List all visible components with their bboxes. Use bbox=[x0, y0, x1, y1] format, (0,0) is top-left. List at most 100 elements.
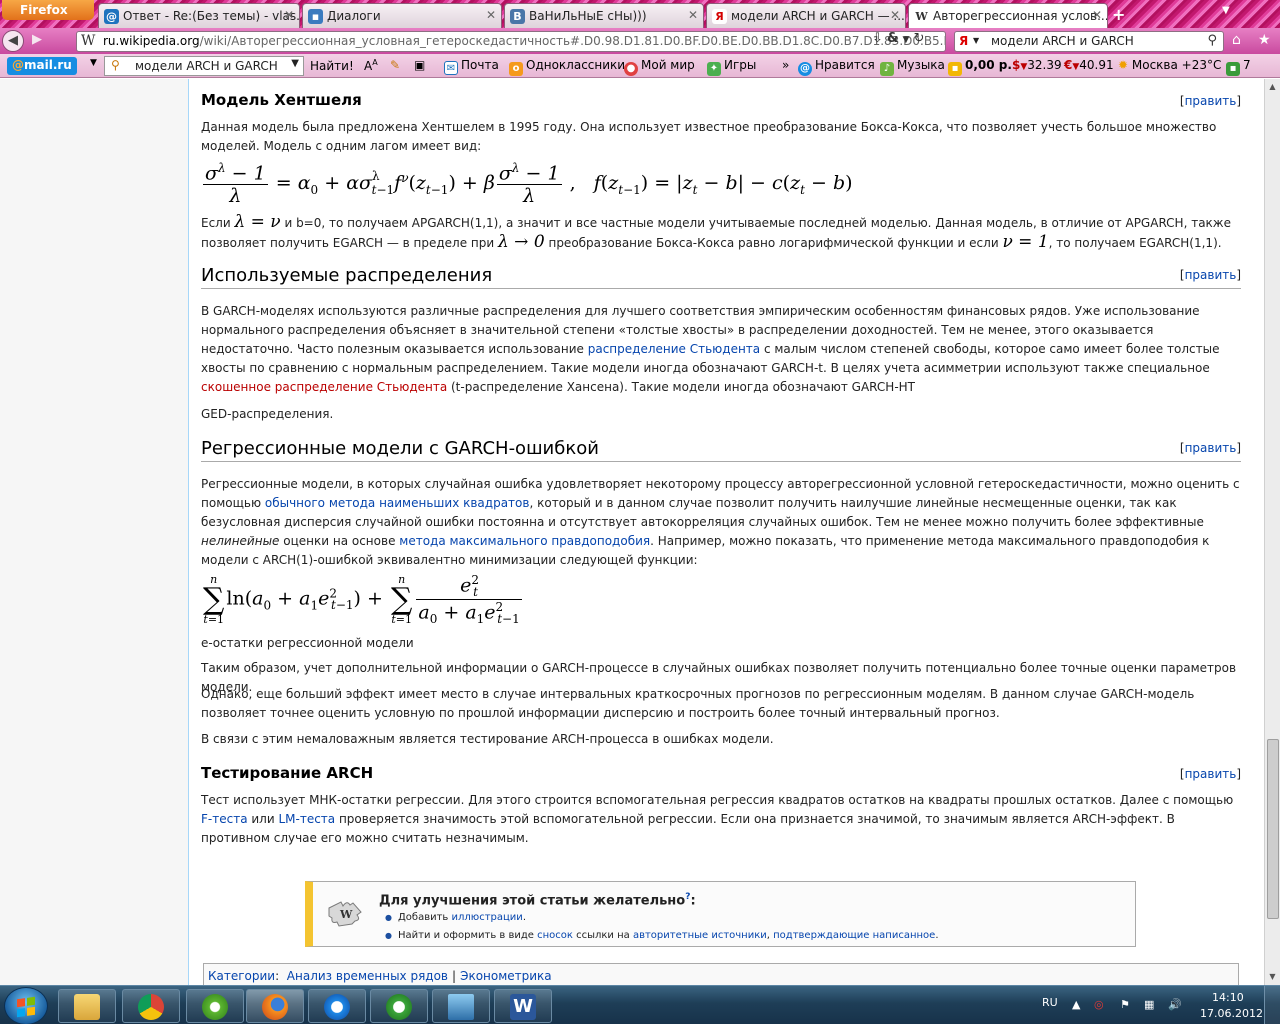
tab-list-icon[interactable]: ▼ bbox=[1222, 5, 1230, 16]
site-identity-icon[interactable]: W bbox=[81, 33, 95, 49]
toolbar-eur[interactable]: €▼40.91 bbox=[1064, 58, 1114, 72]
toolbar-odnoklassniki[interactable]: о Одноклассники bbox=[509, 58, 625, 76]
mailru-search-input[interactable]: ⚲ модели ARCH и GARCH ▼ bbox=[104, 56, 304, 76]
taskbar-chrome[interactable] bbox=[122, 989, 180, 1023]
word-icon: W bbox=[510, 994, 536, 1020]
chrome-icon bbox=[138, 994, 164, 1020]
toolbar-usd[interactable]: $▼32.39 bbox=[1012, 58, 1062, 72]
category-econometrics-link[interactable]: Эконометрика bbox=[460, 969, 552, 983]
show-desktop-button[interactable] bbox=[1264, 986, 1280, 1024]
taskbar-word[interactable]: W bbox=[494, 989, 552, 1023]
network-icon[interactable]: ▦ bbox=[1144, 998, 1154, 1011]
list-item: Добавить иллюстрации. bbox=[385, 912, 526, 923]
close-icon[interactable]: ✕ bbox=[688, 8, 698, 22]
tab-bar: Firefox @ Ответ - Re:(Без темы) - vlas..… bbox=[0, 0, 1280, 28]
toolbar-music[interactable]: ♪ Музыка bbox=[880, 58, 945, 76]
volume-icon[interactable]: 🔊 bbox=[1168, 998, 1182, 1011]
url-bar[interactable]: W ru.wikipedia.org/wiki/Авторегрессионна… bbox=[76, 31, 946, 52]
reliable-sources-link[interactable]: авторитетные источники bbox=[633, 930, 767, 941]
tab-label: Диалоги bbox=[327, 9, 381, 23]
toolbar-more[interactable]: » bbox=[782, 58, 789, 72]
lm-test-link[interactable]: LM-теста bbox=[278, 812, 335, 826]
tray-expand-icon[interactable]: ▲ bbox=[1072, 998, 1080, 1011]
tab-label: модели ARCH и GARCH — ... bbox=[731, 9, 905, 23]
mailru-dropdown-icon[interactable]: ▼ bbox=[90, 58, 97, 68]
footnotes-link[interactable]: сносок bbox=[537, 930, 573, 941]
paragraph: Тест использует МНК-остатки регрессии. Д… bbox=[201, 793, 1234, 845]
new-tab-button[interactable]: + bbox=[1112, 5, 1132, 25]
bookmarks-icon[interactable]: ★ bbox=[1258, 32, 1271, 48]
taskbar-firefox[interactable] bbox=[246, 989, 304, 1023]
improvement-notice: W Для улучшения этой статьи желательно?:… bbox=[305, 881, 1136, 947]
close-icon[interactable]: ✕ bbox=[1092, 8, 1102, 22]
close-icon[interactable]: ✕ bbox=[486, 8, 496, 22]
tab-vk[interactable]: В ВаНиЛьНыЕ сНы))) ✕ bbox=[504, 3, 704, 28]
toolbar-games[interactable]: ✦ Игры bbox=[707, 58, 756, 76]
category-time-series-link[interactable]: Анализ временных рядов bbox=[287, 969, 448, 983]
antivirus-icon[interactable]: ◎ bbox=[1094, 998, 1104, 1011]
tab-wikipedia[interactable]: W Авторегрессионная услов... ✕ bbox=[908, 3, 1108, 28]
start-button[interactable] bbox=[4, 987, 48, 1024]
highlight-icon[interactable]: ✎ bbox=[390, 58, 400, 72]
mailru-toolbar: @mail.ru ▼ ⚲ модели ARCH и GARCH ▼ Найти… bbox=[0, 54, 1280, 78]
ols-link[interactable]: обычного метода наименьших квадратов bbox=[265, 496, 530, 510]
toolbar-balance[interactable]: ▪ 0,00 р. bbox=[948, 58, 1012, 76]
dropdown-icon[interactable]: ▼ bbox=[903, 35, 910, 45]
verification-link[interactable]: подтверждающие написанное bbox=[773, 930, 935, 941]
action-center-icon[interactable]: ⚑ bbox=[1120, 998, 1130, 1011]
close-icon[interactable]: ✕ bbox=[284, 8, 294, 22]
edit-section-link[interactable]: [править] bbox=[1180, 94, 1241, 108]
font-size-icon[interactable]: AA bbox=[364, 58, 378, 73]
scroll-down-icon[interactable]: ▼ bbox=[1265, 969, 1280, 985]
toolbar-weather[interactable]: ✹ Москва +23°C bbox=[1118, 58, 1221, 72]
toolbar-like[interactable]: @ Нравится bbox=[798, 58, 875, 76]
toolbar-count[interactable]: ▪ 7 bbox=[1226, 58, 1251, 76]
tab-dialogs[interactable]: ▪ Диалоги ✕ bbox=[302, 3, 502, 28]
illustrations-link[interactable]: иллюстрации bbox=[452, 912, 523, 923]
feed-icon[interactable]: ⇩ bbox=[872, 31, 883, 46]
search-icon[interactable]: ⚲ bbox=[1207, 33, 1217, 48]
taskbar-mailru-agent[interactable] bbox=[370, 989, 428, 1023]
tab-yandex[interactable]: Я модели ARCH и GARCH — ... ✕ bbox=[706, 3, 906, 28]
search-dropdown-icon[interactable]: ▼ bbox=[973, 36, 979, 45]
scroll-up-icon[interactable]: ▲ bbox=[1265, 79, 1280, 95]
yandex-icon[interactable]: Я bbox=[959, 34, 968, 48]
language-indicator[interactable]: RU bbox=[1042, 996, 1058, 1009]
scroll-thumb[interactable] bbox=[1267, 739, 1279, 919]
back-button[interactable]: ◀ bbox=[2, 30, 24, 52]
sun-icon: ✹ bbox=[1118, 58, 1129, 72]
clock-date[interactable]: 17.06.2012 bbox=[1200, 1007, 1263, 1020]
mle-link[interactable]: метода максимального правдоподобия bbox=[399, 534, 650, 548]
section-heading: Используемые распределения [править] bbox=[201, 265, 1241, 289]
ampersand-icon[interactable]: & bbox=[887, 31, 898, 46]
reload-icon[interactable]: ↻ bbox=[914, 31, 925, 46]
taskbar-explorer[interactable] bbox=[58, 989, 116, 1023]
edit-section-link[interactable]: [править] bbox=[1180, 767, 1241, 781]
close-icon[interactable]: ✕ bbox=[890, 8, 900, 22]
mailru-logo[interactable]: @mail.ru bbox=[7, 57, 77, 75]
categories-link[interactable]: Категории bbox=[208, 969, 275, 983]
page-icon[interactable]: ▣ bbox=[414, 58, 425, 72]
taskbar-icq[interactable] bbox=[186, 989, 244, 1023]
skewed-student-link[interactable]: скошенное распределение Стьюдента bbox=[201, 380, 447, 394]
taskbar-ie[interactable] bbox=[308, 989, 366, 1023]
f-test-link[interactable]: F-теста bbox=[201, 812, 248, 826]
forward-button[interactable]: ▶ bbox=[26, 32, 48, 50]
clock-time[interactable]: 14:10 bbox=[1212, 991, 1244, 1004]
music-icon: ♪ bbox=[880, 62, 894, 76]
search-bar[interactable]: Я ▼ модели ARCH и GARCH ⚲ bbox=[954, 31, 1224, 52]
edit-section-link[interactable]: [править] bbox=[1180, 268, 1241, 282]
vertical-scrollbar[interactable]: ▲ ▼ bbox=[1264, 79, 1280, 985]
taskbar-photos[interactable] bbox=[432, 989, 490, 1023]
tab-mail[interactable]: @ Ответ - Re:(Без темы) - vlas... ✕ bbox=[98, 3, 300, 28]
chat-icon: ▪ bbox=[308, 9, 323, 24]
home-icon[interactable]: ⌂ bbox=[1232, 32, 1241, 48]
improvement-title: Для улучшения этой статьи желательно?: bbox=[379, 892, 696, 909]
toolbar-my-world[interactable]: ● Мой мир bbox=[624, 58, 695, 76]
mailru-find-button[interactable]: Найти! bbox=[306, 57, 358, 75]
edit-section-link[interactable]: [править] bbox=[1180, 441, 1241, 455]
student-distribution-link[interactable]: распределение Стьюдента bbox=[588, 342, 760, 356]
chevron-down-icon[interactable]: ▼ bbox=[291, 58, 299, 69]
toolbar-mail[interactable]: ✉ Почта bbox=[444, 58, 499, 75]
firefox-menu-button[interactable]: Firefox bbox=[2, 0, 94, 20]
